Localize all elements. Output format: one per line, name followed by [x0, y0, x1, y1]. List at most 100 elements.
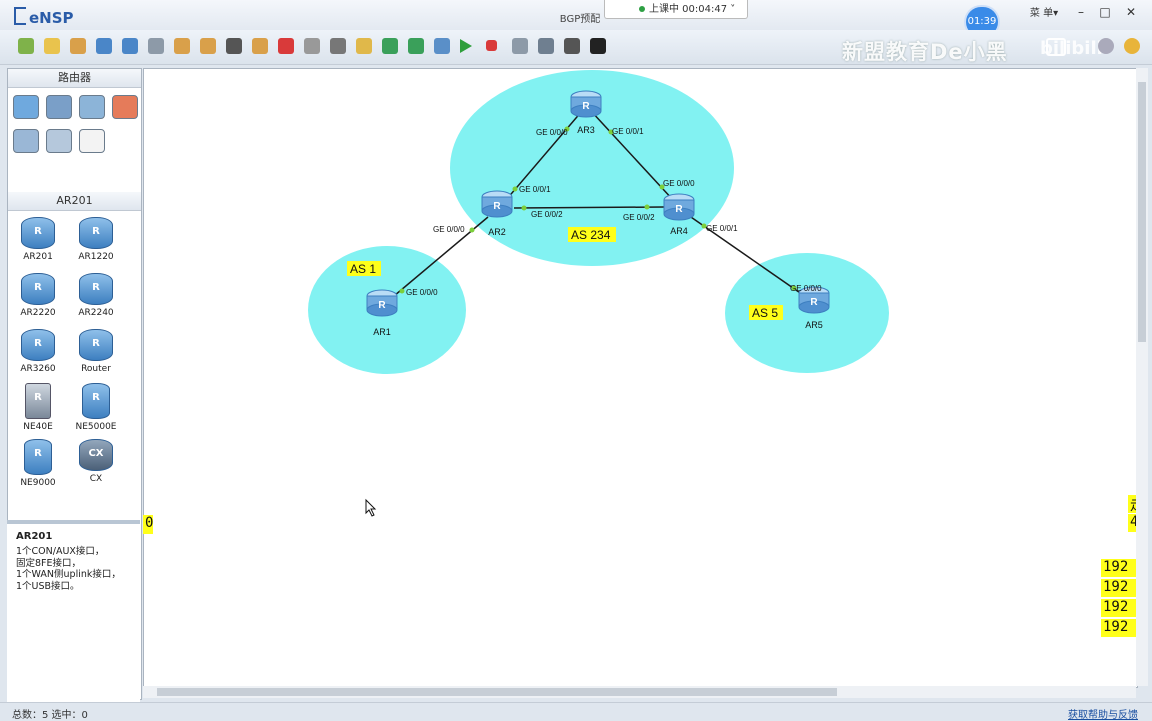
console-icon[interactable]	[590, 38, 606, 54]
switch-category-icon[interactable]	[46, 95, 72, 119]
stop-device-icon[interactable]	[486, 40, 497, 51]
print-icon[interactable]	[148, 38, 164, 54]
device-ne9000[interactable]: R NE9000	[9, 439, 67, 488]
edge-label-left: 0	[143, 515, 153, 534]
port-label: GE 0/0/2	[531, 210, 563, 219]
close-button[interactable]: ✕	[1120, 4, 1142, 20]
device-ar2220[interactable]: R AR2220	[9, 273, 67, 318]
live-status-bar[interactable]: 上课中 00:04:47 ˅	[604, 0, 748, 19]
menu-button[interactable]: 菜 单▾	[1022, 4, 1066, 20]
port-label: GE 0/0/0	[406, 288, 438, 297]
other-device-icon[interactable]	[79, 129, 105, 153]
device-label: CX	[89, 474, 103, 484]
port-label: GE 0/0/0	[536, 128, 568, 137]
vertical-scroll-thumb[interactable]	[1138, 82, 1146, 342]
help-icon[interactable]	[1124, 38, 1140, 54]
cloud-category-icon[interactable]	[46, 129, 72, 153]
delete-icon[interactable]	[278, 38, 294, 54]
router-label: AR3	[577, 125, 595, 135]
zoom-out-icon[interactable]	[408, 38, 424, 54]
core-router-icon: R	[24, 439, 52, 475]
port-label: GE 0/0/0	[663, 179, 695, 188]
wireless-category-icon[interactable]	[79, 95, 105, 119]
cx-router-icon: CX	[79, 439, 113, 471]
link-ar2-ar4[interactable]	[513, 206, 665, 209]
port-dot	[644, 204, 650, 210]
pan-hand-icon[interactable]	[252, 38, 268, 54]
topology-canvas[interactable]: R AR3 R AR2 R AR4 R AR1 R AR5 GE 0/0/0 G…	[143, 68, 1138, 688]
description-title: AR201	[16, 531, 53, 542]
device-icon-glyph: R	[34, 392, 42, 403]
delete-link-icon[interactable]	[304, 38, 320, 54]
live-dot-icon	[639, 6, 645, 12]
router-icon: R	[79, 217, 113, 249]
device-label: AR1220	[78, 252, 114, 262]
vertical-scrollbar[interactable]	[1136, 68, 1148, 686]
grid-icon[interactable]	[564, 38, 580, 54]
text-annotation-icon[interactable]	[330, 38, 346, 54]
device-icon-glyph: R	[92, 282, 100, 293]
router-label: AR2	[488, 227, 506, 237]
ip-fragment: 192	[1101, 599, 1138, 617]
device-label: AR2220	[20, 308, 56, 318]
svg-text:R: R	[378, 300, 386, 311]
device-ar201[interactable]: R AR201	[9, 217, 67, 262]
topology-diagram[interactable]: R AR3 R AR2 R AR4 R AR1 R AR5 GE 0/0/0 G…	[144, 69, 1137, 687]
new-sample-icon[interactable]	[44, 38, 60, 54]
device-router[interactable]: R Router	[67, 329, 125, 374]
mouse-cursor-icon	[365, 498, 377, 517]
zoom-in-icon[interactable]	[382, 38, 398, 54]
status-bar	[0, 702, 1152, 721]
device-ne40e[interactable]: R NE40E	[9, 383, 67, 432]
status-count: 总数：5 选中：0	[12, 710, 88, 721]
router-icon: R	[21, 217, 55, 249]
fit-icon[interactable]	[434, 38, 450, 54]
ip-fragment: 192	[1101, 579, 1138, 597]
comment-icon[interactable]	[1046, 38, 1066, 56]
device-ar3260[interactable]: R AR3260	[9, 329, 67, 374]
chevron-down-icon: ˅	[730, 4, 736, 15]
device-cx[interactable]: CX CX	[67, 439, 125, 484]
pc-category-icon[interactable]	[13, 129, 39, 153]
minimize-button[interactable]: –	[1070, 4, 1092, 20]
save-icon[interactable]	[96, 38, 112, 54]
category-title: 路由器	[8, 69, 141, 88]
svg-text:R: R	[810, 297, 818, 308]
redo-icon[interactable]	[200, 38, 216, 54]
svg-text:R: R	[582, 101, 590, 112]
router-category-icon[interactable]	[13, 95, 39, 119]
svg-text:R: R	[675, 204, 683, 215]
open-icon[interactable]	[70, 38, 86, 54]
port-label: GE 0/0/2	[623, 213, 655, 222]
topology-icon[interactable]	[538, 38, 554, 54]
core-router-icon: R	[82, 383, 110, 419]
new-topology-icon[interactable]	[18, 38, 34, 54]
device-icon-glyph: R	[34, 448, 42, 459]
port-dot	[521, 205, 527, 211]
device-ne5000e[interactable]: R NE5000E	[67, 383, 125, 432]
router-label: AR1	[373, 327, 391, 337]
help-feedback-link[interactable]: 获取帮助与反馈	[1068, 706, 1138, 721]
horizontal-scrollbar[interactable]	[143, 686, 1136, 698]
device-icon-glyph: R	[34, 226, 42, 237]
device-ar2240[interactable]: R AR2240	[67, 273, 125, 318]
port-label: GE 0/0/1	[612, 127, 644, 136]
undo-icon[interactable]	[174, 38, 190, 54]
save-as-icon[interactable]	[122, 38, 138, 54]
device-icon-glyph: R	[34, 282, 42, 293]
settings-gear-icon[interactable]	[1098, 38, 1114, 54]
horizontal-scroll-thumb[interactable]	[157, 688, 837, 696]
start-device-icon[interactable]	[460, 39, 472, 53]
device-icon-glyph: R	[92, 338, 100, 349]
rectangle-icon[interactable]	[356, 38, 372, 54]
port-dot	[469, 227, 475, 233]
router-label: AR5	[805, 320, 823, 330]
device-ar1220[interactable]: R AR1220	[67, 217, 125, 262]
maximize-button[interactable]: □	[1094, 4, 1116, 20]
select-icon[interactable]	[226, 38, 242, 54]
capture-icon[interactable]	[512, 38, 528, 54]
router-icon: R	[21, 329, 55, 361]
device-icon-glyph: CX	[88, 448, 104, 459]
device-icon-glyph: R	[34, 338, 42, 349]
firewall-category-icon[interactable]	[112, 95, 138, 119]
